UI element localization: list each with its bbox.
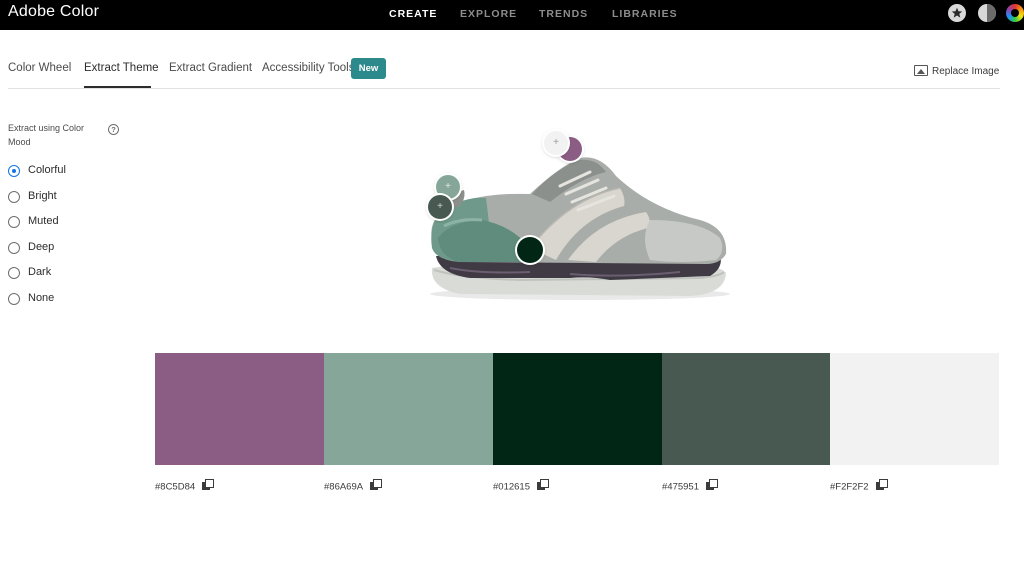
tab-bar: Color Wheel Extract Theme Extract Gradie…: [0, 54, 1024, 90]
mood-label: Colorful: [28, 164, 66, 176]
hex-item-5: #F2F2F2: [830, 479, 888, 493]
copy-icon[interactable]: [875, 479, 888, 491]
nav-explore[interactable]: EXPLORE: [460, 8, 517, 20]
swatch-4[interactable]: [662, 353, 830, 465]
radio-none[interactable]: [8, 293, 20, 305]
replace-image-label: Replace Image: [932, 66, 1000, 78]
radio-dark[interactable]: [8, 267, 20, 279]
hex-item-1: #8C5D84: [155, 479, 215, 493]
copy-icon[interactable]: [536, 479, 549, 491]
swatch-2[interactable]: [324, 353, 493, 465]
swatch-5[interactable]: [830, 353, 999, 465]
contrast-icon[interactable]: [978, 4, 996, 22]
swatch-1[interactable]: [155, 353, 324, 465]
color-picker-2[interactable]: +: [544, 131, 568, 155]
color-swatches: [155, 353, 999, 465]
mood-label: Deep: [28, 241, 55, 253]
replace-image-button[interactable]: Replace Image: [914, 65, 1000, 78]
color-mood-title: Extract using Color Mood: [8, 123, 85, 147]
help-icon[interactable]: ?: [108, 124, 119, 135]
sneaker-image: [430, 157, 730, 300]
source-image[interactable]: + + +: [420, 128, 740, 318]
nav-libraries[interactable]: LIBRARIES: [612, 8, 678, 20]
hex-item-3: #012615: [493, 479, 549, 493]
color-picker-5[interactable]: [517, 237, 543, 263]
tab-color-wheel[interactable]: Color Wheel: [8, 62, 71, 74]
nav-trends[interactable]: TRENDS: [539, 8, 588, 20]
hex-value[interactable]: #F2F2F2: [830, 482, 869, 493]
copy-icon[interactable]: [705, 479, 718, 491]
top-nav: CREATE EXPLORE TRENDS LIBRARIES: [0, 8, 1024, 22]
image-icon: [914, 65, 928, 76]
swatch-3[interactable]: [493, 353, 662, 465]
mood-label: Muted: [28, 215, 59, 227]
copy-icon[interactable]: [370, 479, 383, 491]
top-bar: Adobe Color CREATE EXPLORE TRENDS LIBRAR…: [0, 0, 1024, 30]
tab-extract-gradient[interactable]: Extract Gradient: [169, 62, 252, 74]
new-badge: New: [351, 58, 386, 79]
hex-values: #8C5D84 #86A69A #012615 #475951 #F2F2F2: [155, 479, 999, 497]
nav-create[interactable]: CREATE: [389, 8, 437, 20]
tab-extract-theme[interactable]: Extract Theme: [84, 62, 159, 74]
radio-colorful[interactable]: [8, 165, 20, 177]
hex-value[interactable]: #86A69A: [324, 482, 363, 493]
mood-label: Dark: [28, 266, 52, 278]
hex-value[interactable]: #012615: [493, 482, 530, 493]
picker-plus-icon: +: [553, 137, 559, 148]
radio-bright[interactable]: [8, 191, 20, 203]
hex-item-4: #475951: [662, 479, 718, 493]
radio-deep[interactable]: [8, 242, 20, 254]
mood-label: Bright: [28, 190, 57, 202]
color-picker-4[interactable]: +: [428, 195, 452, 219]
hex-value[interactable]: #8C5D84: [155, 482, 195, 493]
tabs-divider: [8, 88, 1000, 89]
hex-item-2: #86A69A: [324, 479, 383, 493]
star-icon[interactable]: [948, 4, 966, 22]
hex-value[interactable]: #475951: [662, 482, 699, 493]
tab-accessibility-tools[interactable]: Accessibility Tools: [262, 62, 354, 74]
color-wheel-icon[interactable]: [1006, 4, 1024, 22]
copy-icon[interactable]: [202, 479, 215, 491]
radio-muted[interactable]: [8, 216, 20, 228]
picker-plus-icon: +: [437, 201, 443, 212]
mood-label: None: [28, 292, 55, 304]
